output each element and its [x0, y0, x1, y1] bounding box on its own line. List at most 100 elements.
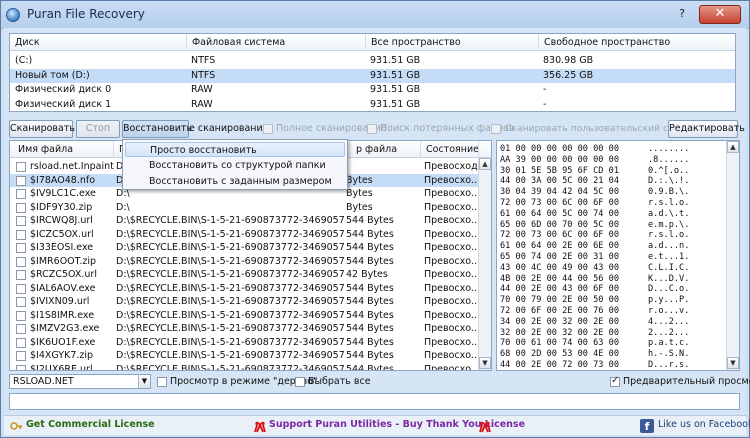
- files-scrollbar[interactable]: ▲ ▼: [478, 158, 491, 370]
- file-checkbox[interactable]: [16, 310, 26, 321]
- drive-free: -: [543, 84, 547, 95]
- file-name: $ICZC5OX.url: [30, 228, 94, 240]
- close-button[interactable]: ✕: [699, 5, 741, 24]
- file-state: Превосхо...: [424, 323, 480, 334]
- file-checkbox[interactable]: [16, 351, 26, 361]
- file-path: D:\$RECYCLE.BIN\S-1-5-21-690873772-34690…: [116, 363, 344, 371]
- file-checkbox[interactable]: [16, 202, 26, 213]
- help-button[interactable]: ?: [673, 7, 691, 23]
- col-file-name[interactable]: Имя файла: [10, 141, 114, 158]
- facebook-icon[interactable]: f: [640, 419, 654, 433]
- file-checkbox[interactable]: [16, 162, 26, 172]
- file-name: $IVIXN09.url: [30, 296, 90, 307]
- deep-scan-label[interactable]: е сканирование: [189, 123, 269, 134]
- file-checkbox[interactable]: [16, 175, 26, 186]
- file-checkbox[interactable]: [16, 256, 26, 267]
- file-row[interactable]: $RCZC5OX.url D:\$RECYCLE.BIN\S-1-5-21-690…: [10, 268, 480, 282]
- scan-button[interactable]: Сканировать: [9, 120, 75, 138]
- col-state[interactable]: Состояние: [421, 141, 479, 158]
- file-path: D:\$RECYCLE.BIN\S-1-5-21-690873772-34690…: [116, 296, 344, 307]
- file-checkbox[interactable]: [16, 189, 26, 199]
- file-name: $IK6UO1F.exe: [30, 336, 96, 348]
- preview-checkbox[interactable]: [610, 375, 620, 387]
- path-value: RSLOAD.NET: [13, 376, 74, 387]
- col-free-space[interactable]: Свободное пространство: [539, 34, 735, 51]
- drive-free: -: [543, 98, 547, 110]
- file-row[interactable]: $ICZC5OX.url D:\$RECYCLE.BIN\S-1-5-21-690…: [10, 228, 480, 242]
- file-row[interactable]: $I33EOSI.exe D:\$RECYCLE.BIN\S-1-5-21-690…: [10, 241, 480, 255]
- drive-name: Физический диск 0: [15, 84, 112, 95]
- scroll-up-arrow-icon[interactable]: ▲: [479, 158, 491, 170]
- drive-row[interactable]: Физический диск 0 RAW 931.51 GB -: [10, 83, 735, 97]
- file-state: Превосхо...: [424, 174, 480, 186]
- chevron-down-icon[interactable]: ▼: [138, 375, 150, 388]
- drive-row[interactable]: Новый том (D:) NTFS 931.51 GB 356.25 GB: [10, 68, 735, 83]
- file-checkbox[interactable]: [16, 229, 26, 240]
- file-name: $IMZV2G3.exe: [30, 323, 100, 334]
- window-title: Puran File Recovery: [27, 7, 145, 21]
- file-size: 544 Bytes: [346, 350, 394, 361]
- file-path: D:\$RECYCLE.BIN\S-1-5-21-690873772-34690…: [116, 350, 344, 361]
- menu-item-restore-with-folders[interactable]: Восстановить со структурой папки: [125, 158, 345, 173]
- file-checkbox[interactable]: [16, 270, 26, 280]
- file-state: Превосхо...: [424, 215, 480, 226]
- file-row[interactable]: $IMR6OOT.zip D:\$RECYCLE.BIN\S-1-5-21-690…: [10, 255, 480, 269]
- file-size: 544 Bytes: [346, 309, 394, 321]
- app-logo-icon: [6, 8, 20, 22]
- facebook-link[interactable]: Like us on Facebook: [658, 419, 750, 430]
- hex-scrollbar[interactable]: ▲ ▼: [726, 141, 739, 370]
- file-row[interactable]: $IMZV2G3.exe D:\$RECYCLE.BIN\S-1-5-21-690…: [10, 322, 480, 336]
- hex-scroll-up-icon[interactable]: ▲: [727, 141, 739, 153]
- file-checkbox[interactable]: [16, 283, 26, 294]
- file-checkbox[interactable]: [16, 243, 26, 253]
- stop-button[interactable]: Стоп: [76, 120, 120, 138]
- file-state: Превосхо...: [424, 336, 480, 348]
- full-scan-checkbox[interactable]: [263, 124, 273, 134]
- file-name: $IV9LC1C.exe: [30, 188, 96, 199]
- file-checkbox[interactable]: [16, 216, 26, 226]
- drives-list[interactable]: Диск Файловая система Все пространство С…: [9, 33, 736, 112]
- edit-button[interactable]: Редактировать: [668, 120, 745, 138]
- path-combobox[interactable]: RSLOAD.NET ▼: [9, 374, 151, 389]
- tree-view-checkbox[interactable]: [157, 377, 167, 387]
- file-checkbox[interactable]: [16, 324, 26, 334]
- menu-item-simple-restore[interactable]: Просто восстановить: [125, 142, 345, 157]
- file-row[interactable]: $I2UX6RE.url D:\$RECYCLE.BIN\S-1-5-21-690…: [10, 363, 480, 371]
- custom-list-checkbox[interactable]: [491, 124, 501, 134]
- file-size: Bytes: [346, 188, 373, 199]
- file-row[interactable]: $IDF9Y30.zip D:\ Bytes Превосхо...: [10, 201, 480, 215]
- file-row[interactable]: $I1S8IMR.exe D:\$RECYCLE.BIN\S-1-5-21-690…: [10, 309, 480, 323]
- file-row[interactable]: $IVIXN09.url D:\$RECYCLE.BIN\S-1-5-21-690…: [10, 295, 480, 309]
- file-row[interactable]: $IRCWQ8J.url D:\$RECYCLE.BIN\S-1-5-21-690…: [10, 214, 480, 228]
- file-checkbox[interactable]: [16, 297, 26, 307]
- file-checkbox[interactable]: [16, 337, 26, 348]
- drive-fs: RAW: [191, 98, 213, 110]
- file-state: Превосхо...: [424, 282, 480, 294]
- drive-name: Новый том (D:): [15, 69, 90, 81]
- file-checkbox[interactable]: [16, 364, 26, 370]
- file-path: D:\$RECYCLE.BIN\S-1-5-21-690873772-34690…: [116, 282, 344, 294]
- key-icon: [10, 422, 22, 430]
- col-total-space[interactable]: Все пространство: [366, 34, 539, 51]
- drive-row[interactable]: (C:) NTFS 931.51 GB 830.98 GB: [10, 54, 735, 68]
- file-row[interactable]: $IAL6AOV.exe D:\$RECYCLE.BIN\S-1-5-21-690…: [10, 282, 480, 296]
- file-state: Превосхо...: [424, 350, 480, 361]
- file-state: Превосхо...: [424, 296, 480, 307]
- drive-row[interactable]: Физический диск 1 RAW 931.51 GB -: [10, 98, 735, 112]
- select-all-checkbox[interactable]: [295, 377, 305, 387]
- col-file-size[interactable]: р файла: [346, 141, 421, 158]
- menu-item-restore-with-size[interactable]: Восстановить с заданным размером: [125, 174, 345, 189]
- file-name: $I1S8IMR.exe: [30, 309, 95, 321]
- scroll-down-arrow-icon[interactable]: ▼: [479, 357, 491, 369]
- commercial-license-link[interactable]: Get Commercial License: [26, 419, 155, 430]
- file-row[interactable]: $I4XGYK7.zip D:\$RECYCLE.BIN\S-1-5-21-690…: [10, 349, 480, 363]
- lost-files-checkbox[interactable]: [367, 124, 377, 134]
- hex-scroll-down-icon[interactable]: ▼: [727, 357, 739, 369]
- file-row[interactable]: $IK6UO1F.exe D:\$RECYCLE.BIN\S-1-5-21-690…: [10, 336, 480, 350]
- file-path: D:\$RECYCLE.BIN\S-1-5-21-690873772-34690…: [116, 242, 344, 253]
- file-state: Превосхо...: [424, 363, 480, 371]
- col-disk[interactable]: Диск: [10, 34, 187, 51]
- col-filesystem[interactable]: Файловая система: [187, 34, 366, 51]
- drive-total: 931.51 GB: [370, 69, 421, 81]
- restore-button[interactable]: Восстановить: [122, 120, 192, 138]
